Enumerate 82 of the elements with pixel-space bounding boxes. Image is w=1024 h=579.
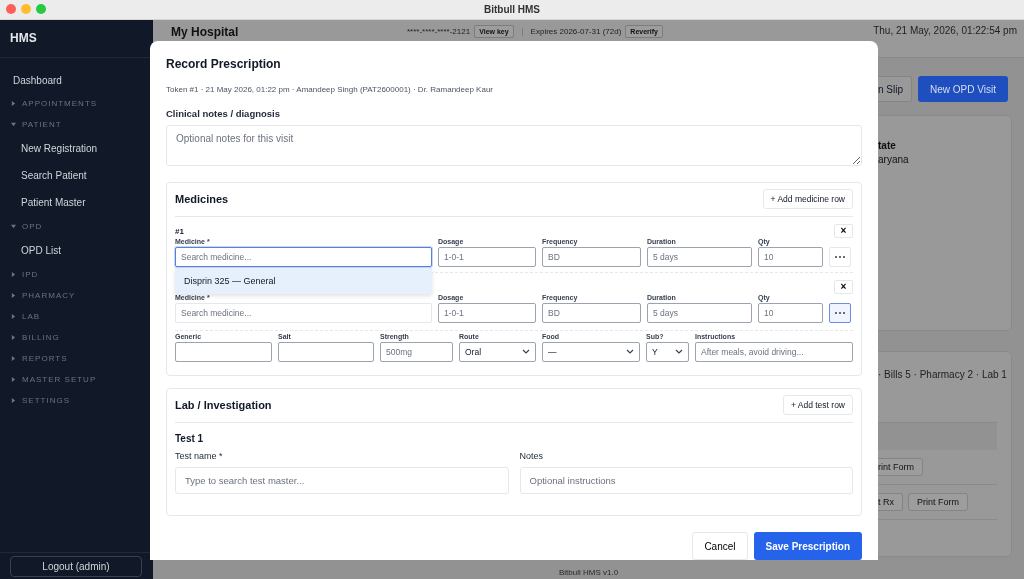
field-label: tate: [878, 140, 897, 151]
input-field[interactable]: 5 days: [647, 246, 752, 267]
caret-icon: [11, 224, 16, 229]
input-field[interactable]: [278, 341, 374, 362]
more-button[interactable]: [829, 302, 851, 323]
chevron-down-icon: [675, 349, 683, 355]
cancel-button[interactable]: Cancel: [692, 532, 748, 560]
input-field[interactable]: 10: [758, 302, 823, 323]
nav-item[interactable]: New Registration: [0, 135, 153, 162]
window-title: Bitbull HMS: [483, 4, 541, 15]
slip-button[interactable]: n Slip: [878, 76, 912, 102]
print-button[interactable]: rint Form: [878, 458, 923, 476]
caret-icon: [11, 335, 16, 340]
notes-field[interactable]: Optional notes for this visit: [166, 125, 862, 166]
select-field[interactable]: Y: [646, 341, 689, 362]
visit-info: Token #1 · 21 May 2026, 01:22 pm · Amandeep Singh (PAT2600001) · Dr. Ramandeep Kaur: [166, 85, 494, 94]
input-field[interactable]: After meals, avoid driving...: [695, 341, 853, 362]
caret-icon: [11, 101, 16, 106]
input-field[interactable]: BD: [542, 302, 641, 323]
input-field[interactable]: Search medicine...: [175, 246, 432, 267]
print-button[interactable]: t Rx: [878, 493, 903, 511]
date-time: Thu, 21 May, 2026, 01:22:54 pm: [873, 25, 1017, 36]
nav-group[interactable]: APPOINTMENTS: [0, 93, 153, 114]
row-number: #1: [175, 226, 184, 236]
caret-icon: [11, 122, 16, 127]
caret-icon: [11, 356, 16, 361]
hospital-name: My Hospital: [171, 25, 240, 39]
nav-group[interactable]: LAB: [0, 306, 153, 327]
field-label: Clinical notes / diagnosis: [166, 108, 282, 119]
more-icon: [834, 254, 846, 259]
nav-item[interactable]: Search Patient: [0, 162, 153, 189]
print-button[interactable]: Print Form: [908, 493, 969, 511]
caret-icon: [11, 398, 16, 403]
caret-icon: [11, 272, 16, 277]
suggestion-item[interactable]: Disprin 325 — General: [175, 267, 432, 294]
field-label: Test name *: [175, 450, 224, 461]
input-field[interactable]: 10: [758, 246, 823, 267]
minimize-icon[interactable]: [21, 4, 31, 14]
section-title: Lab / Investigation: [175, 399, 272, 412]
nav-group[interactable]: BILLING: [0, 327, 153, 348]
remove-button[interactable]: ×: [834, 224, 853, 239]
input-field[interactable]: 1-0-1: [438, 246, 536, 267]
visit-summary: · Bills 5 · Pharmacy 2 · Lab 1: [878, 368, 1007, 381]
caret-icon: [11, 377, 16, 382]
select-field[interactable]: Oral: [459, 341, 536, 362]
input-field[interactable]: 500mg: [380, 341, 453, 362]
field-label: Notes: [519, 450, 544, 461]
select-field[interactable]: —: [542, 341, 640, 362]
footer-text: Bitbull HMS v1.0: [559, 568, 619, 578]
remove-button[interactable]: ×: [834, 280, 853, 295]
input-field[interactable]: BD: [542, 246, 641, 267]
nav-group[interactable]: IPD: [0, 264, 153, 285]
test-title: Test 1: [175, 432, 205, 444]
input-field[interactable]: 1-0-1: [438, 302, 536, 323]
expiry-text: Expires 2026-07-31 (72d): [530, 27, 622, 36]
input-field[interactable]: [175, 341, 272, 362]
input-field[interactable]: 5 days: [647, 302, 752, 323]
nav-group[interactable]: SETTINGS: [0, 390, 153, 411]
close-icon[interactable]: [6, 4, 16, 14]
nav-link[interactable]: Dashboard: [0, 69, 153, 93]
caret-icon: [11, 314, 16, 319]
zoom-icon[interactable]: [36, 4, 46, 14]
logout-button[interactable]: Logout (admin): [10, 556, 142, 577]
nav-group[interactable]: PHARMACY: [0, 285, 153, 306]
chevron-down-icon: [626, 349, 634, 355]
new-visit-button[interactable]: New OPD Visit: [918, 76, 1008, 102]
nav-item[interactable]: OPD List: [0, 237, 153, 264]
more-icon: [834, 310, 846, 315]
dialog-title: Record Prescription: [166, 57, 282, 71]
nav-item[interactable]: Patient Master: [0, 189, 153, 216]
chevron-down-icon: [522, 349, 530, 355]
caret-icon: [11, 293, 16, 298]
license-key: ****-****-****-2121: [407, 27, 471, 36]
nav-group[interactable]: REPORTS: [0, 348, 153, 369]
nav-group[interactable]: PATIENT: [0, 114, 153, 135]
section-title: Medicines: [175, 193, 229, 206]
add-test-button[interactable]: + Add test row: [782, 395, 853, 416]
save-button[interactable]: Save Prescription: [753, 532, 862, 560]
nav-group[interactable]: OPD: [0, 216, 153, 237]
nav-group[interactable]: MASTER SETUP: [0, 369, 153, 390]
add-medicine-button[interactable]: + Add medicine row: [762, 189, 853, 210]
field-value: aryana: [878, 154, 910, 165]
